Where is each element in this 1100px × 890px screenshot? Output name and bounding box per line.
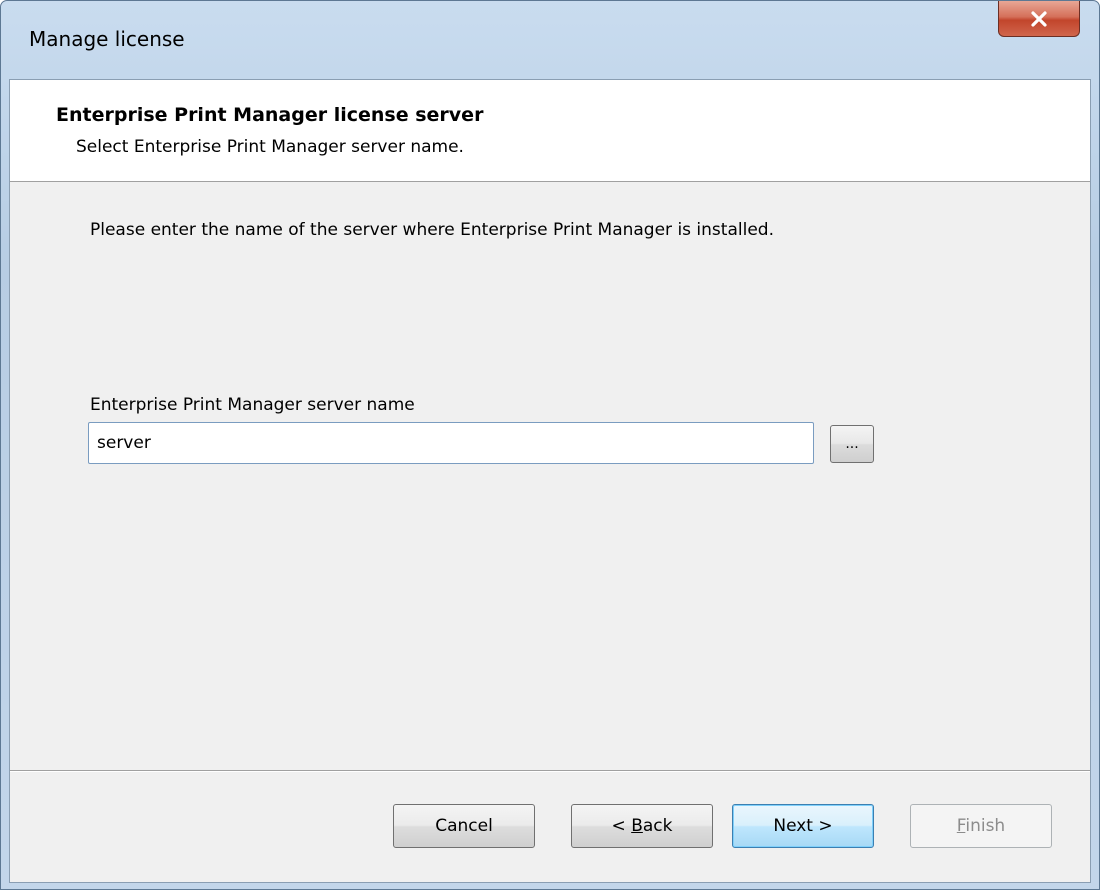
cancel-button[interactable]: Cancel	[393, 804, 535, 848]
title-bar[interactable]: Manage license	[1, 1, 1099, 79]
back-button[interactable]: < Back	[571, 804, 713, 848]
dialog-window: Manage license Enterprise Print Manager …	[0, 0, 1100, 890]
server-name-input[interactable]	[88, 422, 814, 464]
page-title: Enterprise Print Manager license server	[56, 104, 484, 126]
instruction-text: Please enter the name of the server wher…	[90, 220, 774, 240]
browse-button[interactable]: ...	[830, 425, 874, 463]
back-prefix: <	[611, 816, 632, 836]
back-label-rest: ack	[642, 816, 673, 836]
page-subtitle: Select Enterprise Print Manager server n…	[76, 137, 464, 157]
finish-button[interactable]: Finish	[910, 804, 1052, 848]
close-icon	[1031, 10, 1047, 27]
dialog-content: Enterprise Print Manager license server …	[9, 79, 1091, 883]
window-title: Manage license	[29, 27, 185, 51]
back-accelerator: B	[631, 816, 643, 836]
next-button[interactable]: Next >	[732, 804, 874, 848]
finish-label-rest: inish	[965, 816, 1006, 836]
wizard-header: Enterprise Print Manager license server …	[10, 80, 1090, 182]
server-name-label: Enterprise Print Manager server name	[90, 395, 415, 415]
footer-divider	[10, 770, 1090, 772]
close-button[interactable]	[998, 1, 1080, 37]
